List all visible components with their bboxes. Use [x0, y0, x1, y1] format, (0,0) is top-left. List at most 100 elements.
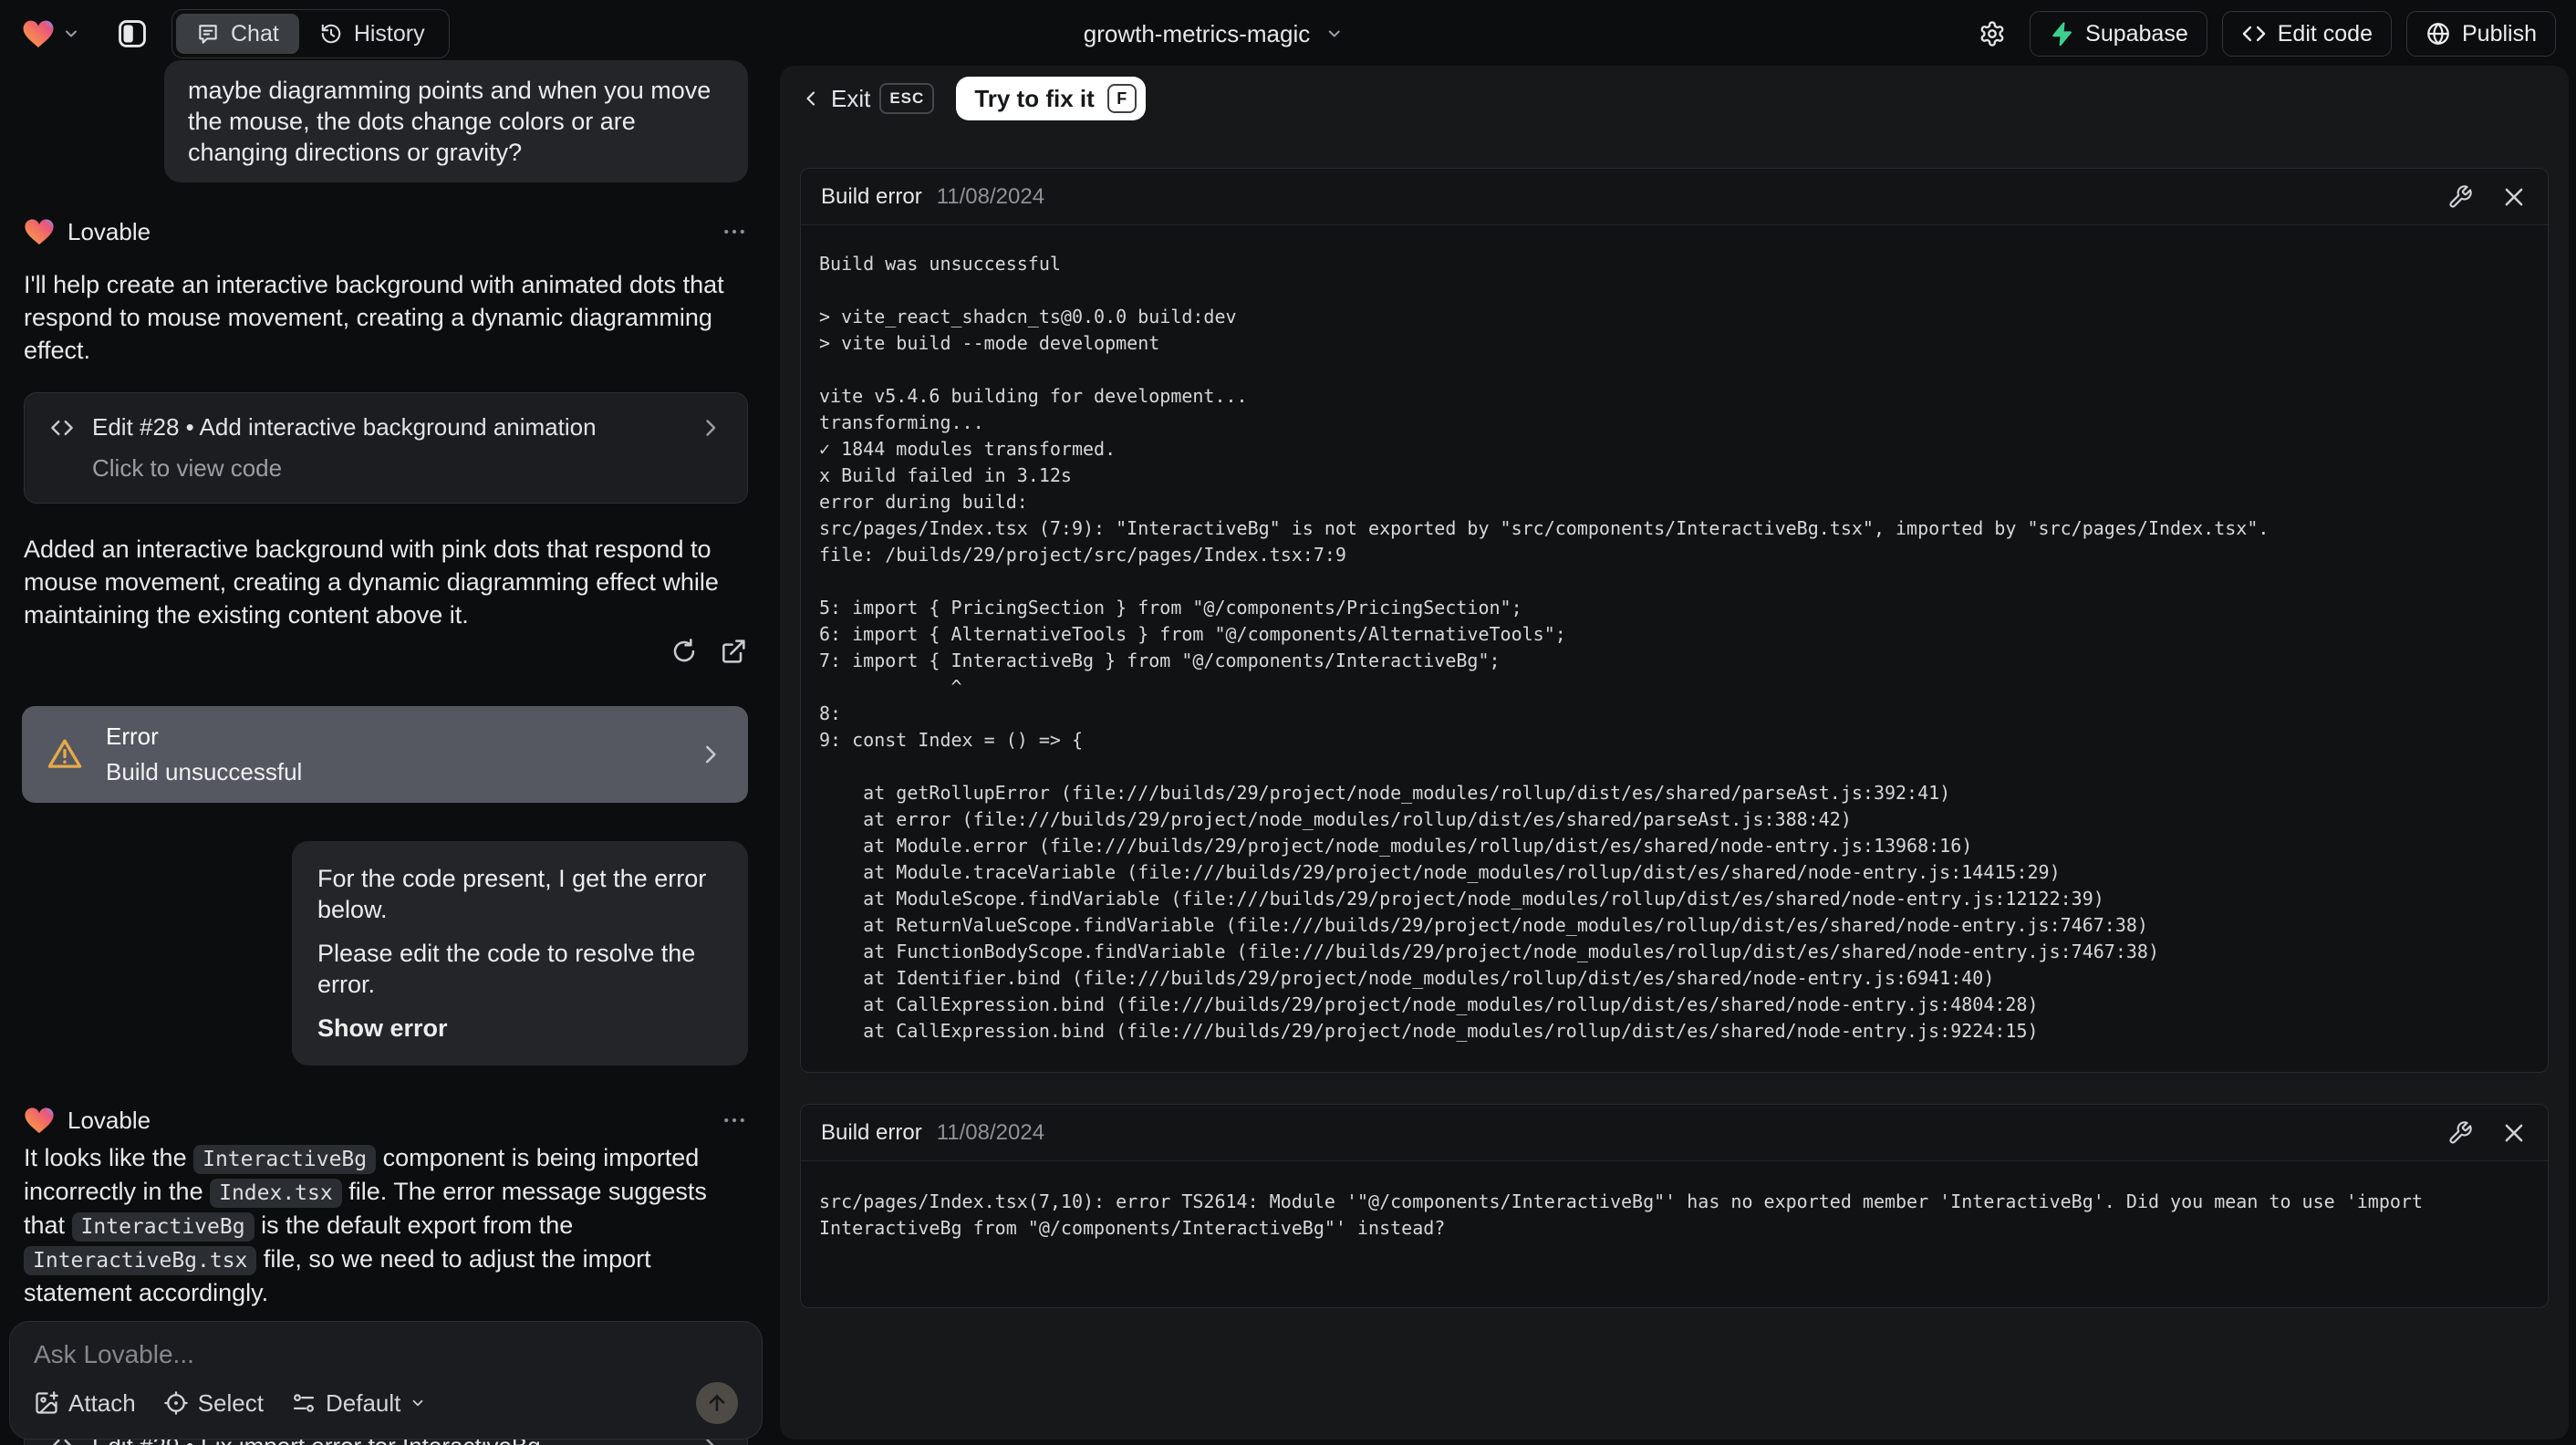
tab-history-label: History	[353, 20, 425, 47]
chevron-left-icon	[806, 91, 815, 106]
try-to-fix-button[interactable]: Try to fix it F	[956, 77, 1146, 120]
select-button-label: Select	[197, 1388, 264, 1417]
chat-panel: maybe diagramming points and when you mo…	[0, 58, 772, 1445]
image-plus-icon	[36, 1391, 58, 1414]
assistant-paragraph: Added an interactive background with pin…	[24, 535, 719, 629]
fix-panel-header: Exit ESC Try to fix it F	[800, 77, 2549, 120]
assistant-paragraph: It looks like the InteractiveBg componen…	[24, 1144, 707, 1306]
build-error-card-header: Build error 11/08/2024	[801, 1105, 2548, 1161]
message-options-button[interactable]	[721, 1107, 748, 1134]
sliders-icon	[293, 1394, 315, 1412]
tab-chat[interactable]: Chat	[176, 14, 299, 54]
supabase-button-label: Supabase	[2085, 20, 2188, 47]
close-error-button[interactable]	[2500, 183, 2528, 211]
external-link-icon	[722, 639, 745, 663]
project-name-menu[interactable]: growth-metrics-magic	[1084, 20, 1344, 48]
crosshair-icon	[163, 1391, 188, 1415]
attach-button[interactable]: Attach	[34, 1389, 136, 1418]
assistant-name: Lovable	[68, 1106, 151, 1134]
user-message: For the code present, I get the error be…	[292, 841, 748, 1066]
build-error-card-header: Build error 11/08/2024	[801, 169, 2548, 225]
fix-error-panel: Exit ESC Try to fix it F Build error 11/…	[780, 66, 2569, 1440]
edit-card-title: Edit #28 • Add interactive background an…	[92, 413, 597, 441]
esc-key-badge: ESC	[879, 83, 935, 114]
build-error-title: Build error	[821, 183, 922, 209]
chevron-right-icon	[697, 741, 724, 768]
wrench-icon	[2449, 184, 2472, 208]
build-error-date: 11/08/2024	[936, 1119, 1045, 1145]
select-button[interactable]: Select	[163, 1389, 264, 1418]
assistant-paragraph: I'll help create an interactive backgrou…	[24, 271, 724, 364]
message-action-icons	[24, 637, 748, 666]
build-error-log-body: src/pages/Index.tsx(7,10): error TS2614:…	[801, 1161, 2548, 1307]
chevron-down-icon	[413, 1399, 423, 1407]
warning-triangle-icon	[46, 735, 84, 774]
user-message-text: Please edit the code to resolve the erro…	[317, 940, 696, 998]
chat-input[interactable]	[34, 1340, 738, 1377]
f-key-badge: F	[1106, 84, 1137, 113]
build-error-log: src/pages/Index.tsx(7,10): error TS2614:…	[819, 1190, 2423, 1239]
close-error-button[interactable]	[2500, 1119, 2528, 1147]
send-button[interactable]	[696, 1382, 738, 1424]
build-error-log: Build was unsuccessful > vite_react_shad…	[819, 253, 2270, 1042]
refresh-icon	[673, 639, 695, 662]
show-error-link[interactable]: Show error	[317, 1013, 722, 1044]
chevron-right-icon	[698, 415, 723, 441]
build-error-log-card: Build error 11/08/2024 src/pages/Index.t…	[800, 1104, 2549, 1308]
chevron-down-icon	[62, 25, 80, 43]
message-options-button[interactable]	[721, 218, 748, 245]
supabase-bolt-icon	[2049, 21, 2074, 47]
close-icon	[2505, 1124, 2523, 1141]
publish-button[interactable]: Publish	[2406, 11, 2556, 57]
exit-button[interactable]: Exit	[800, 85, 870, 113]
lovable-heart-icon	[22, 18, 55, 49]
app-logo-menu[interactable]	[22, 18, 80, 49]
fix-with-ai-button[interactable]	[2447, 184, 2473, 210]
topbar-actions: Supabase Edit code Publish	[1969, 11, 2556, 57]
history-icon	[319, 22, 343, 46]
settings-button[interactable]	[1969, 11, 2015, 57]
chat-history-segmented-control: Chat History	[171, 9, 450, 58]
open-preview-button[interactable]	[719, 637, 748, 666]
chat-composer: Attach Select Default	[9, 1321, 763, 1440]
close-icon	[2505, 188, 2523, 205]
gear-icon	[1980, 21, 2004, 47]
user-message-text: maybe diagramming points and when you mo…	[188, 77, 712, 166]
topbar: Chat History growth-metrics-magic Supaba…	[0, 0, 2576, 58]
user-message: maybe diagramming points and when you mo…	[164, 60, 748, 182]
edit-card-28[interactable]: Edit #28 • Add interactive background an…	[24, 392, 748, 504]
build-error-date: 11/08/2024	[936, 183, 1045, 209]
assistant-header: Lovable	[24, 1106, 748, 1135]
code-brackets-icon	[48, 414, 76, 442]
restore-version-button[interactable]	[670, 637, 699, 666]
chat-bubble-icon	[196, 22, 220, 46]
tab-chat-label: Chat	[231, 20, 279, 47]
lovable-heart-icon	[24, 217, 55, 246]
globe-icon	[2425, 21, 2451, 47]
code-brackets-icon	[2241, 21, 2267, 47]
mode-dropdown-label: Default	[325, 1388, 401, 1417]
sidebar-toggle-icon[interactable]	[115, 16, 150, 51]
error-card-subtitle: Build unsuccessful	[106, 758, 303, 785]
edit-code-button[interactable]: Edit code	[2221, 11, 2392, 57]
publish-button-label: Publish	[2462, 20, 2537, 47]
lovable-heart-icon	[24, 1106, 55, 1135]
attach-button-label: Attach	[68, 1388, 136, 1417]
try-to-fix-label: Try to fix it	[974, 84, 1095, 112]
build-error-log-body: Build was unsuccessful > vite_react_shad…	[801, 225, 2548, 1072]
edit-code-button-label: Edit code	[2277, 20, 2373, 47]
edit-card-subtitle: Click to view code	[92, 454, 283, 482]
arrow-up-icon	[709, 1395, 725, 1411]
build-error-title: Build error	[821, 1119, 922, 1145]
tab-history[interactable]: History	[299, 14, 445, 54]
build-error-log-card: Build error 11/08/2024 Build was unsucce…	[800, 168, 2549, 1073]
mode-dropdown[interactable]: Default	[291, 1389, 426, 1418]
supabase-button[interactable]: Supabase	[2030, 11, 2207, 57]
exit-button-label: Exit	[831, 84, 871, 112]
chat-message-list: maybe diagramming points and when you mo…	[0, 58, 772, 1445]
fix-with-ai-button[interactable]	[2447, 1120, 2473, 1146]
project-name: growth-metrics-magic	[1083, 19, 1311, 47]
build-error-card[interactable]: Error Build unsuccessful	[22, 706, 748, 803]
error-card-title: Error	[106, 722, 159, 750]
user-message-text: For the code present, I get the error be…	[317, 865, 707, 923]
